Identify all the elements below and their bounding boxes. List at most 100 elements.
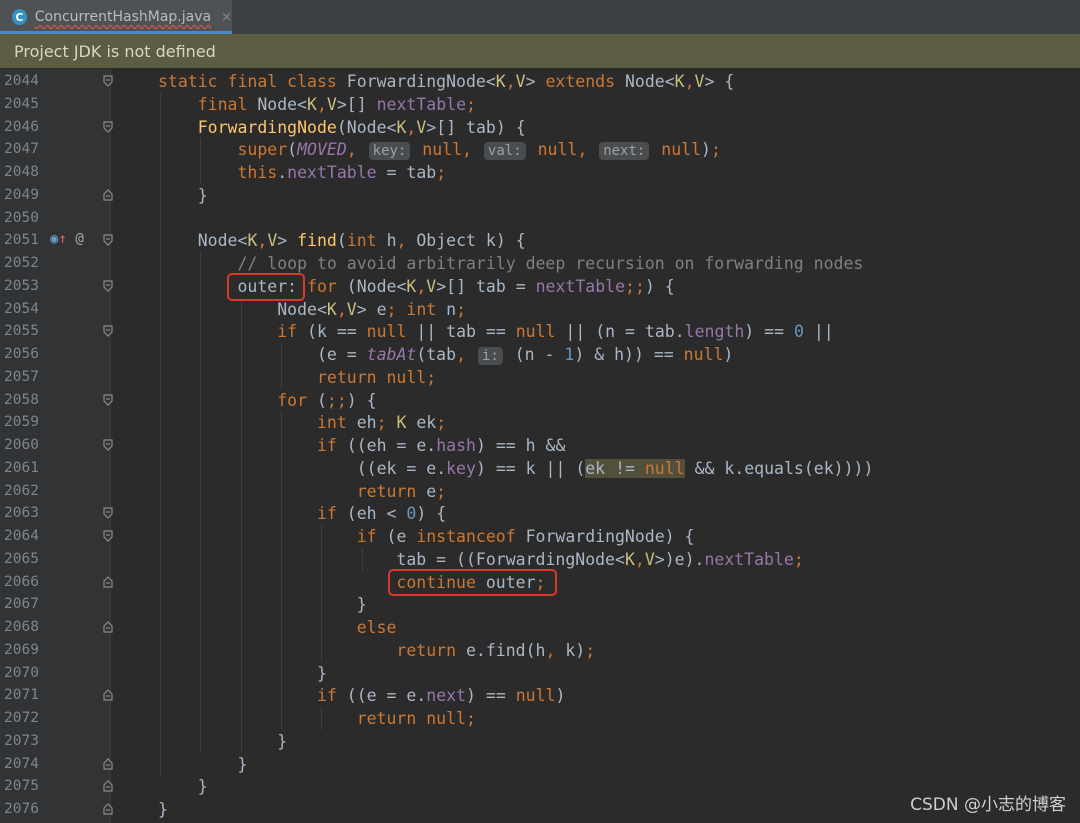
line-number: 2051 <box>4 232 39 249</box>
line-number: 2055 <box>4 323 39 340</box>
highlight-box-outer-label <box>226 272 306 301</box>
code-line[interactable]: 2065 tab = ((ForwardingNode<K,V>)e).next… <box>0 548 1080 571</box>
indent-guide <box>160 92 161 776</box>
fold-open-icon[interactable] <box>103 120 113 133</box>
override-annotation-icon[interactable]: ◉↑ @ <box>50 230 84 249</box>
code-line[interactable]: 2063 if (eh < 0) { <box>0 502 1080 525</box>
code-text: } <box>237 754 248 774</box>
code-line[interactable]: 2048 this.nextTable = tab; <box>0 161 1080 184</box>
line-number: 2050 <box>4 209 39 226</box>
code-line[interactable]: 2056 (e = tabAt(tab, i: (n - 1) & h)) ==… <box>0 343 1080 366</box>
jdk-warning-banner: Project JDK is not defined <box>0 34 1080 68</box>
indent-guide <box>321 638 323 662</box>
code-line[interactable]: 2064 if (e instanceof ForwardingNode) { <box>0 525 1080 548</box>
fold-open-icon[interactable] <box>103 325 113 338</box>
code-text: (e = tabAt(tab, i: (n - 1) & h)) == null… <box>316 345 734 365</box>
line-number: 2059 <box>4 414 39 431</box>
line-number: 2062 <box>4 482 39 499</box>
code-text: tab = ((ForwardingNode<K,V>)e).nextTable… <box>396 549 804 569</box>
code-line[interactable]: 2060 if ((eh = e.hash) == h && <box>0 434 1080 457</box>
code-line[interactable]: 2058 for (;;) { <box>0 389 1080 412</box>
code-text: Node<K,V> find(int h, Object k) { <box>197 231 526 251</box>
code-line[interactable]: 2044 static final class ForwardingNode<K,… <box>0 70 1080 93</box>
line-number: 2071 <box>4 687 39 704</box>
code-line[interactable]: 2055 if (k == null || tab == null || (n … <box>0 320 1080 343</box>
code-text: } <box>277 731 288 751</box>
code-line[interactable]: 2049 } <box>0 184 1080 207</box>
fold-close-icon[interactable] <box>103 757 113 770</box>
tab-concurrenthashmap[interactable]: C ConcurrentHashMap.java × <box>0 0 232 34</box>
line-number: 2069 <box>4 641 39 658</box>
code-text: // loop to avoid arbitrarily deep recurs… <box>237 254 864 273</box>
code-text: Node<K,V> e; int n; <box>277 299 467 319</box>
code-line[interactable]: 2074 } <box>0 753 1080 776</box>
code-line[interactable]: 2059 int eh; K ek; <box>0 411 1080 434</box>
line-number: 2056 <box>4 346 39 362</box>
tab-label: ConcurrentHashMap.java <box>34 9 212 25</box>
code-line[interactable]: 2062 return e; <box>0 480 1080 503</box>
fold-close-icon[interactable] <box>103 803 113 815</box>
fold-open-icon[interactable] <box>103 439 113 451</box>
code-text: } <box>197 777 208 797</box>
code-line[interactable]: 2052 // loop to avoid arbitrarily deep r… <box>0 252 1080 275</box>
code-text: return null; <box>356 709 476 728</box>
code-line[interactable]: 2069 return e.find(h, k); <box>0 639 1080 662</box>
fold-open-icon[interactable] <box>103 75 113 87</box>
code-line[interactable]: 2072 return null; <box>0 707 1080 730</box>
code-line[interactable]: 2051 ◉↑ @ Node<K,V> find(int h, Object k)… <box>0 229 1080 252</box>
fold-close-icon[interactable] <box>103 575 113 588</box>
line-number: 2047 <box>4 141 39 158</box>
code-text: for (;;) { <box>277 390 377 410</box>
code-line[interactable]: 2070 } <box>0 662 1080 685</box>
fold-close-icon[interactable] <box>103 188 113 201</box>
code-line[interactable]: 2047 super(MOVED, key: null, val: null, … <box>0 138 1080 161</box>
code-line[interactable]: 2061 ((ek = e.key) == k || (ek != null &… <box>0 457 1080 480</box>
line-number: 2067 <box>4 596 39 613</box>
line-number: 2073 <box>4 732 39 749</box>
code-line[interactable]: 2057 return null; <box>0 366 1080 389</box>
code-line[interactable]: 2071 if ((e = e.next) == null) <box>0 684 1080 707</box>
fold-open-icon[interactable] <box>103 280 113 292</box>
code-line[interactable]: 2046 ForwardingNode(Node<K,V>[] tab) { <box>0 116 1080 139</box>
indent-guide <box>361 547 363 571</box>
line-number: 2052 <box>4 255 39 271</box>
code-line[interactable]: 2068 else <box>0 616 1080 639</box>
line-number: 2061 <box>4 459 39 476</box>
code-text: } <box>197 185 208 205</box>
code-editor[interactable]: 2044 static final class ForwardingNode<K,… <box>0 69 1080 823</box>
code-line[interactable]: 2053 outer: for (Node<K,V>[] tab = nextT… <box>0 275 1080 298</box>
line-number: 2044 <box>4 73 39 89</box>
highlight-box-continue-outer <box>387 568 558 597</box>
fold-close-icon[interactable] <box>103 621 113 633</box>
line-number: 2075 <box>4 778 39 795</box>
indent-guide <box>280 343 282 389</box>
fold-open-icon[interactable] <box>103 530 113 542</box>
code-line[interactable]: 2045 final Node<K,V>[] nextTable; <box>0 93 1080 116</box>
fold-close-icon[interactable] <box>103 689 113 701</box>
code-text: } <box>158 800 168 819</box>
code-line[interactable]: 2067 } <box>0 593 1080 616</box>
close-icon[interactable]: × <box>221 10 232 25</box>
code-line[interactable]: 2073 } <box>0 730 1080 753</box>
line-number: 2063 <box>4 505 39 522</box>
fold-open-icon[interactable] <box>103 507 113 520</box>
code-line[interactable]: 2050 <box>0 207 1080 230</box>
code-line[interactable]: 2054 Node<K,V> e; int n; <box>0 298 1080 321</box>
line-number: 2068 <box>4 619 39 635</box>
code-text: ((ek = e.key) == k || (ek != null && k.e… <box>356 458 874 478</box>
indent-guide <box>280 411 282 730</box>
line-number: 2064 <box>4 528 39 544</box>
code-text: } <box>316 663 327 683</box>
line-number: 2045 <box>4 95 39 112</box>
line-number: 2070 <box>4 664 39 681</box>
line-number: 2058 <box>4 391 39 408</box>
fold-open-icon[interactable] <box>103 393 113 406</box>
indent-guide <box>200 138 202 184</box>
code-text: if ((e = e.next) == null) <box>316 686 566 706</box>
code-text: ForwardingNode(Node<K,V>[] tab) { <box>197 117 526 137</box>
indent-guide <box>240 297 242 753</box>
line-number: 2057 <box>4 368 39 385</box>
fold-open-icon[interactable] <box>103 234 113 247</box>
fold-close-icon[interactable] <box>103 780 113 792</box>
code-text: if ((eh = e.hash) == h && <box>316 436 566 455</box>
